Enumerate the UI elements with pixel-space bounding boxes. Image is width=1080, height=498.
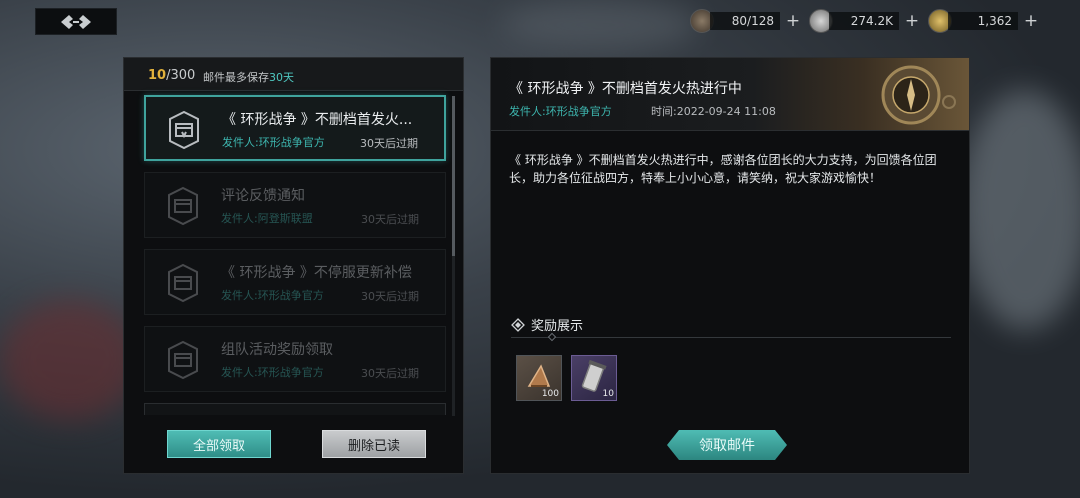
mail-list-header: 10/300 邮件最多保存30天 (124, 58, 463, 91)
mail-detail-sender: 发件人:环形战争官方 (509, 105, 612, 118)
mail-chest-icon (168, 340, 198, 380)
mail-sender: 发件人:环形战争官方 (221, 289, 324, 302)
mail-expire: 30天后过期 (361, 290, 419, 303)
mail-list-panel: 10/300 邮件最多保存30天 《 环形战争 》不删档首发火... 发件人:环… (123, 57, 464, 474)
mail-title: 《 环形战争 》不删档首发火... (222, 112, 413, 128)
mail-detail-time: 时间:2022-09-24 11:08 (651, 105, 776, 118)
back-emblem-icon (61, 14, 91, 29)
claim-mail-button[interactable]: 领取邮件 (667, 430, 787, 460)
mail-keep-note: 邮件最多保存30天 (203, 71, 294, 84)
mail-detail-header: 《 环形战争 》不删档首发火热进行中 发件人:环形战争官方 时间:2022-09… (491, 58, 969, 131)
mail-detail-title: 《 环形战争 》不删档首发火热进行中 (509, 81, 742, 97)
mail-expire: 30天后过期 (360, 137, 418, 150)
mail-detail-panel: 《 环形战争 》不删档首发火热进行中 发件人:环形战争官方 时间:2022-09… (490, 57, 970, 474)
mail-expire: 30天后过期 (361, 367, 419, 380)
mail-detail-body: 《 环形战争 》不删档首发火热进行中，感谢各位团长的大力支持，为回馈各位团长，助… (509, 153, 937, 185)
background-blur (0, 300, 140, 420)
mail-title: 《 环形战争 》不停服更新补偿 (221, 265, 412, 281)
reward-quantity: 100 (541, 389, 559, 399)
mail-expire: 30天后过期 (361, 213, 419, 226)
resource-silver: 274.2K + (809, 9, 921, 33)
mail-sender: 发件人:环形战争官方 (221, 366, 324, 379)
mail-sender: 发件人:环形战争官方 (222, 136, 325, 149)
mail-list-item[interactable] (144, 403, 446, 415)
resource-value: 1,362 (948, 12, 1018, 30)
reward-item[interactable]: 100 (516, 355, 562, 401)
mail-chest-icon (168, 186, 198, 226)
reward-item[interactable]: 10 (571, 355, 617, 401)
collect-all-button[interactable]: 全部领取 (167, 430, 271, 458)
mail-list-item[interactable]: 评论反馈通知 发件人:阿登斯联盟 30天后过期 (144, 172, 446, 238)
reward-quantity: 10 (602, 389, 614, 399)
resource-energy: 80/128 + (690, 9, 802, 33)
back-button[interactable] (35, 8, 117, 35)
mail-title: 评论反馈通知 (221, 188, 305, 204)
delete-read-button[interactable]: 删除已读 (322, 430, 426, 458)
compass-decoration-icon (881, 65, 956, 125)
mail-list-item[interactable]: 《 环形战争 》不删档首发火... 发件人:环形战争官方 30天后过期 (144, 95, 446, 161)
reward-divider (511, 332, 951, 342)
resource-value: 80/128 (710, 12, 780, 30)
reward-heading-label: 奖励展示 (531, 319, 584, 334)
resource-gold: 1,362 + (928, 9, 1040, 33)
mail-chest-icon (168, 263, 198, 303)
mail-chest-icon (169, 110, 199, 150)
mail-list-scrollbar[interactable] (452, 96, 455, 416)
add-silver-button[interactable]: + (903, 11, 921, 31)
background-blur (500, 0, 700, 50)
mail-list-item[interactable]: 组队活动奖励领取 发件人:环形战争官方 30天后过期 (144, 326, 446, 392)
mail-list-item[interactable]: 《 环形战争 》不停服更新补偿 发件人:环形战争官方 30天后过期 (144, 249, 446, 315)
mail-title: 组队活动奖励领取 (221, 342, 333, 358)
mail-sender: 发件人:阿登斯联盟 (221, 212, 313, 225)
scrollbar-thumb[interactable] (452, 96, 455, 256)
resource-value: 274.2K (829, 12, 899, 30)
reward-section-heading: 奖励展示 (511, 315, 583, 334)
background-blur (960, 90, 1080, 330)
mail-count: 10/300 (148, 68, 196, 83)
add-energy-button[interactable]: + (784, 11, 802, 31)
add-gold-button[interactable]: + (1022, 11, 1040, 31)
diamond-bullet-icon (511, 317, 525, 332)
